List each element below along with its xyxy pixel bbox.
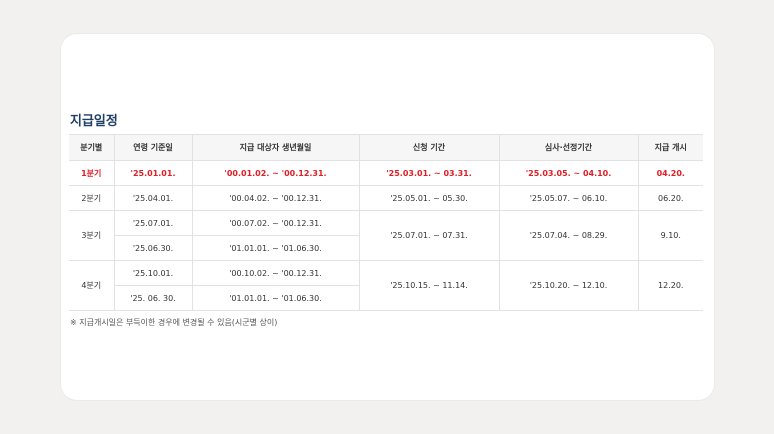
- cell-pay-start: 12.20.: [637, 260, 703, 311]
- table-row: 3분기 '25.07.01. '00.07.02. ~ '00.12.31. '…: [69, 210, 703, 261]
- table-row: 1분기 '25.01.01. '00.01.02. ~ '00.12.31. '…: [69, 160, 703, 186]
- cell-review-period: '25.07.04. ~ 08.29.: [498, 210, 639, 261]
- cell-base-date: '25.01.01.: [113, 160, 193, 186]
- cell-birth-range: '00.01.02. ~ '00.12.31.: [191, 160, 360, 186]
- cell-birth-range: '00.10.02. ~ '00.12.31.: [191, 260, 360, 286]
- cell-base-date: '25.04.01.: [113, 185, 193, 211]
- header-pay-start: 지급 개시: [637, 134, 703, 161]
- cell-base-date: '25. 06. 30.: [113, 285, 193, 311]
- cell-review-period: '25.05.07. ~ 06.10.: [498, 185, 639, 211]
- header-base-date: 연령 기준일: [113, 134, 193, 161]
- cell-review-period: '25.03.05. ~ 04.10.: [498, 160, 639, 186]
- cell-base-date: '25.07.01.: [113, 210, 193, 236]
- cell-pay-start: 06.20.: [637, 185, 703, 211]
- content-card: 지급일정 분기별 연령 기준일 지급 대상자 생년월일 신청 기간 심사·선정기…: [61, 34, 714, 400]
- cell-pay-start: 9.10.: [637, 210, 703, 261]
- table-header-row: 분기별 연령 기준일 지급 대상자 생년월일 신청 기간 심사·선정기간 지급 …: [69, 134, 703, 161]
- cell-base-date: '25.10.01.: [113, 260, 193, 286]
- footnote: ※ 지급개시일은 부득이한 경우에 변경될 수 있음(시군별 상이): [70, 318, 278, 327]
- cell-birth-range: '00.04.02. ~ '00.12.31.: [191, 185, 360, 211]
- cell-quarter: 3분기: [69, 210, 115, 261]
- cell-review-period: '25.10.20. ~ 12.10.: [498, 260, 639, 311]
- cell-birth-range: '01.01.01. ~ '01.06.30.: [191, 285, 360, 311]
- cell-pay-start: 04.20.: [637, 160, 703, 186]
- header-quarter: 분기별: [69, 134, 115, 161]
- cell-quarter: 1분기: [69, 160, 115, 186]
- cell-birth-range: '00.07.02. ~ '00.12.31.: [191, 210, 360, 236]
- cell-quarter: 4분기: [69, 260, 115, 311]
- header-apply-period: 신청 기간: [358, 134, 500, 161]
- table-row: 2분기 '25.04.01. '00.04.02. ~ '00.12.31. '…: [69, 185, 703, 211]
- cell-apply-period: '25.10.15. ~ 11.14.: [358, 260, 500, 311]
- cell-quarter: 2분기: [69, 185, 115, 211]
- cell-apply-period: '25.05.01. ~ 05.30.: [358, 185, 500, 211]
- cell-birth-range: '01.01.01. ~ '01.06.30.: [191, 235, 360, 261]
- cell-apply-period: '25.07.01. ~ 07.31.: [358, 210, 500, 261]
- table-row: 4분기 '25.10.01. '00.10.02. ~ '00.12.31. '…: [69, 260, 703, 311]
- header-review-period: 심사·선정기간: [498, 134, 639, 161]
- cell-apply-period: '25.03.01. ~ 03.31.: [358, 160, 500, 186]
- cell-base-date: '25.06.30.: [113, 235, 193, 261]
- payment-schedule-table: 분기별 연령 기준일 지급 대상자 생년월일 신청 기간 심사·선정기간 지급 …: [69, 134, 703, 311]
- section-title: 지급일정: [70, 114, 118, 129]
- header-birth-range: 지급 대상자 생년월일: [191, 134, 360, 161]
